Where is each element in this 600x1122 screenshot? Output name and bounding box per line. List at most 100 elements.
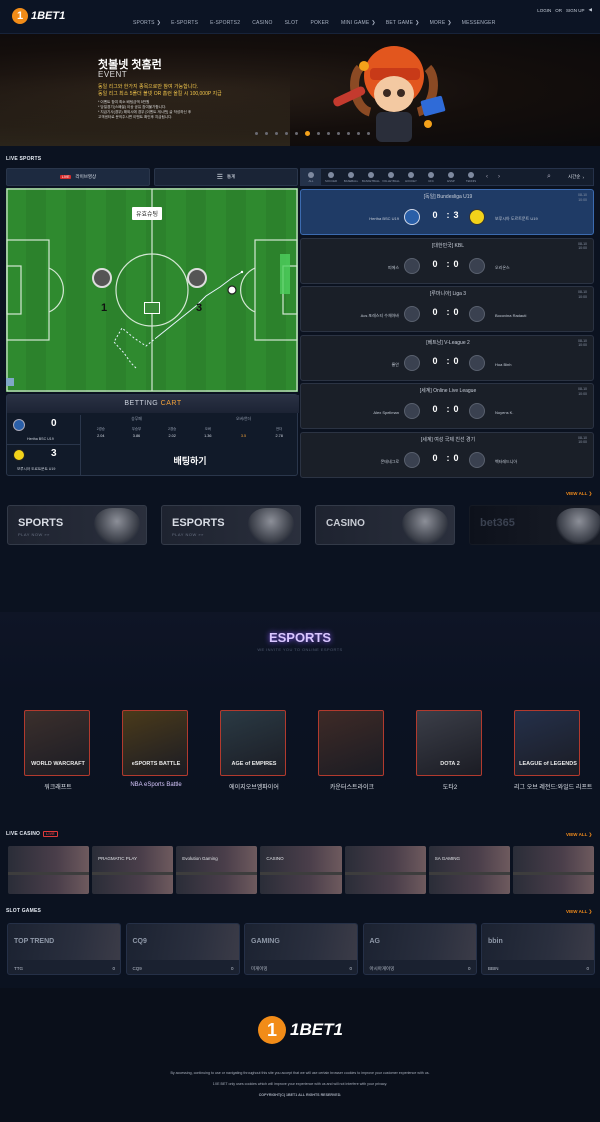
login-link[interactable]: LOGIN bbox=[537, 8, 551, 13]
slot-provider-card[interactable]: GAMING 미게이밍 0 bbox=[244, 923, 358, 975]
promo-figure-image bbox=[556, 508, 600, 544]
live-match-card[interactable]: [독일] Bundesliga U19 08-10 10:00 Hertha BSC … bbox=[300, 189, 594, 235]
promo-card-bet365[interactable]: bet365 bbox=[469, 505, 600, 545]
promo-card-casino[interactable]: CASINO bbox=[315, 505, 455, 545]
match-home-team: Hertha BSC U19 bbox=[369, 216, 399, 221]
match-league: [대한민국] KBL bbox=[431, 242, 465, 249]
prev-arrow-icon[interactable]: ‹ bbox=[481, 169, 493, 185]
away-score: 0 bbox=[453, 307, 464, 317]
nav-item-1[interactable]: E-SPORTS bbox=[171, 20, 200, 26]
slot-provider-card[interactable]: bbin BBIN 0 bbox=[481, 923, 595, 975]
sport-filter-soccer[interactable]: SOCCER bbox=[321, 169, 341, 185]
live-match-card[interactable]: [세계] 여성 국제 친선 경기 08-10 10:00 몬테네그로 벡터레드니아 0:0 bbox=[300, 431, 594, 478]
sport-filter-baseball[interactable]: BASEBALL bbox=[341, 169, 361, 185]
tab-stats[interactable]: ☰ 통계 bbox=[154, 168, 298, 186]
slot-provider-card[interactable]: AG 아시아게이밍 0 bbox=[362, 923, 477, 975]
odds-value[interactable]: 3.86 bbox=[119, 434, 155, 438]
live-casino-provider[interactable]: Evolution Gaming bbox=[176, 846, 258, 894]
nav-item-2[interactable]: E-SPORTS2 bbox=[210, 20, 242, 26]
live-casino-heading: LIVE CASINO LIVE bbox=[6, 831, 58, 837]
cart-away-name: 보루시아 도르트문트 U19 bbox=[17, 467, 56, 471]
carousel-dot[interactable] bbox=[317, 132, 320, 135]
carousel-dot[interactable] bbox=[265, 132, 268, 135]
live-casino-provider[interactable] bbox=[8, 846, 90, 894]
esports-game-card[interactable]: AGE of EMPIRES 에이지오브엠파이어 bbox=[220, 710, 288, 791]
nav-item-8[interactable]: MORE ❯ bbox=[430, 20, 452, 26]
banner-line-2: 동일 리그 최소 5폴더 볼넷 OR 홈런 올킬 시 100,000P 지급 bbox=[98, 91, 222, 97]
carousel-dot[interactable] bbox=[357, 132, 360, 135]
provider-strip bbox=[176, 872, 258, 875]
slot-games-view-all[interactable]: VIEW ALL ❯ bbox=[566, 909, 592, 915]
esports-game-art bbox=[318, 710, 384, 776]
nav-item-5[interactable]: POKER bbox=[310, 20, 331, 26]
odds-value[interactable]: 3.5 bbox=[226, 434, 262, 438]
nav-item-7[interactable]: BET GAME ❯ bbox=[386, 20, 420, 26]
esports-game-card[interactable]: LEAGUE of LEGENDS 리그 오브 레전드:와일드 리프트 bbox=[514, 710, 592, 791]
live-casino-provider[interactable] bbox=[344, 846, 426, 894]
odds-value[interactable]: 2.02 bbox=[154, 434, 190, 438]
slot-provider-card[interactable]: CQ9 CQ9 0 bbox=[125, 923, 240, 975]
signup-link[interactable]: SIGN UP bbox=[566, 8, 585, 13]
live-match-card[interactable]: [베트남] V-League 2 08-10 10:00 롱안 Hoa Binh 0:0 bbox=[300, 334, 594, 381]
sort-by-time[interactable]: 시간순 › bbox=[559, 169, 593, 185]
carousel-dot[interactable] bbox=[347, 132, 350, 135]
esports-game-card[interactable]: 카운터스트라이크 bbox=[318, 710, 386, 791]
odds-value[interactable]: 2.78 bbox=[261, 434, 297, 438]
live-casino-provider[interactable]: SA GAMING bbox=[428, 846, 510, 894]
match-time: 08-10 10:00 bbox=[578, 436, 587, 445]
live-casino-provider[interactable]: PRAGMATIC PLAY bbox=[92, 846, 174, 894]
live-match-card[interactable]: [루마니아] Liga 3 08-10 10:00 Acs 포레스티 수체아바 Boco… bbox=[300, 286, 594, 332]
site-logo[interactable]: 1 1BET1 bbox=[12, 8, 65, 24]
carousel-dot[interactable] bbox=[285, 132, 288, 135]
tab-live-video[interactable]: LIVE 라이브영상 bbox=[6, 168, 150, 186]
sport-filter-volleyball[interactable]: VOLLEYBALL bbox=[381, 169, 401, 185]
sport-filter-ufc[interactable]: UFC bbox=[421, 169, 441, 185]
carousel-dot[interactable] bbox=[305, 131, 310, 136]
place-bet-button[interactable]: 배팅하기 bbox=[83, 449, 297, 473]
carousel-dot[interactable] bbox=[275, 132, 278, 135]
esports-game-card[interactable]: WORLD WARCRAFT 워크래프트 bbox=[24, 710, 92, 791]
sport-filter-essp[interactable]: ESSP bbox=[441, 169, 461, 185]
sport-filter-all[interactable]: ALL bbox=[301, 169, 321, 185]
nav-item-3[interactable]: CASINO bbox=[252, 20, 274, 26]
carousel-dot[interactable] bbox=[367, 132, 370, 135]
banner-description: 동일 리그와 한가지 종목으로만 참여 가능합니다. 동일 리그 최소 5폴더 … bbox=[98, 84, 222, 98]
carousel-dot[interactable] bbox=[327, 132, 330, 135]
live-sports-heading: LIVE SPORTS bbox=[6, 156, 42, 162]
promo-title: SPORTS bbox=[18, 517, 64, 529]
live-match-card[interactable]: [대한민국] KBL 08-10 10:00 피에스 오리온스 0:0 bbox=[300, 237, 594, 284]
sound-icon[interactable]: ◀︎ bbox=[589, 7, 592, 13]
sport-filter-hockey[interactable]: HOCKEY bbox=[401, 169, 421, 185]
away-team-logo bbox=[13, 449, 25, 461]
carousel-dot[interactable] bbox=[255, 132, 258, 135]
live-match-card[interactable]: [세계] Online Live League 08-10 10:00 Alex Sp… bbox=[300, 383, 594, 429]
live-casino-view-all[interactable]: VIEW ALL ❯ bbox=[566, 832, 592, 838]
chevron-icon: ❯ bbox=[415, 20, 420, 26]
nav-item-4[interactable]: SLOT bbox=[285, 20, 301, 26]
odds-value[interactable]: 1.36 bbox=[190, 434, 226, 438]
nav-item-6[interactable]: MINI GAME ❯ bbox=[341, 20, 376, 26]
match-date: 08-10 bbox=[578, 387, 587, 391]
esports-game-card[interactable]: eSPORTS BATTLE NBA eSports Battle bbox=[122, 710, 190, 788]
sport-filter-basketball[interactable]: BASKETBALL bbox=[361, 169, 381, 185]
view-all-link[interactable]: VIEW ALL ❯ bbox=[566, 491, 592, 497]
search-icon[interactable]: ⌕ bbox=[539, 169, 559, 185]
promo-card-sports[interactable]: SPORTS PLAY NOW »» bbox=[7, 505, 147, 545]
sport-filter-tennis[interactable]: TENNIS bbox=[461, 169, 481, 185]
live-casino-provider[interactable] bbox=[512, 846, 594, 894]
provider-name: PRAGMATIC PLAY bbox=[98, 856, 137, 861]
baseball-icon bbox=[348, 171, 354, 178]
live-casino-provider[interactable]: CASINO bbox=[260, 846, 342, 894]
odds-value[interactable]: 2.04 bbox=[83, 434, 119, 438]
slot-provider-card[interactable]: TOP TREND TTG 0 bbox=[7, 923, 121, 975]
match-score: 0:0 bbox=[427, 453, 469, 463]
carousel-dot[interactable] bbox=[337, 132, 340, 135]
next-arrow-icon[interactable]: › bbox=[493, 169, 505, 185]
esports-game-label: NBA eSports Battle bbox=[130, 782, 182, 788]
nav-item-0[interactable]: SPORTS ❯ bbox=[133, 20, 161, 26]
nav-item-9[interactable]: MESSENGER bbox=[462, 20, 498, 26]
event-banner[interactable] bbox=[0, 34, 600, 146]
carousel-dot[interactable] bbox=[295, 132, 298, 135]
esports-game-card[interactable]: DOTA 2 도타2 bbox=[416, 710, 484, 791]
promo-card-esports[interactable]: ESPORTS PLAY NOW »» bbox=[161, 505, 301, 545]
